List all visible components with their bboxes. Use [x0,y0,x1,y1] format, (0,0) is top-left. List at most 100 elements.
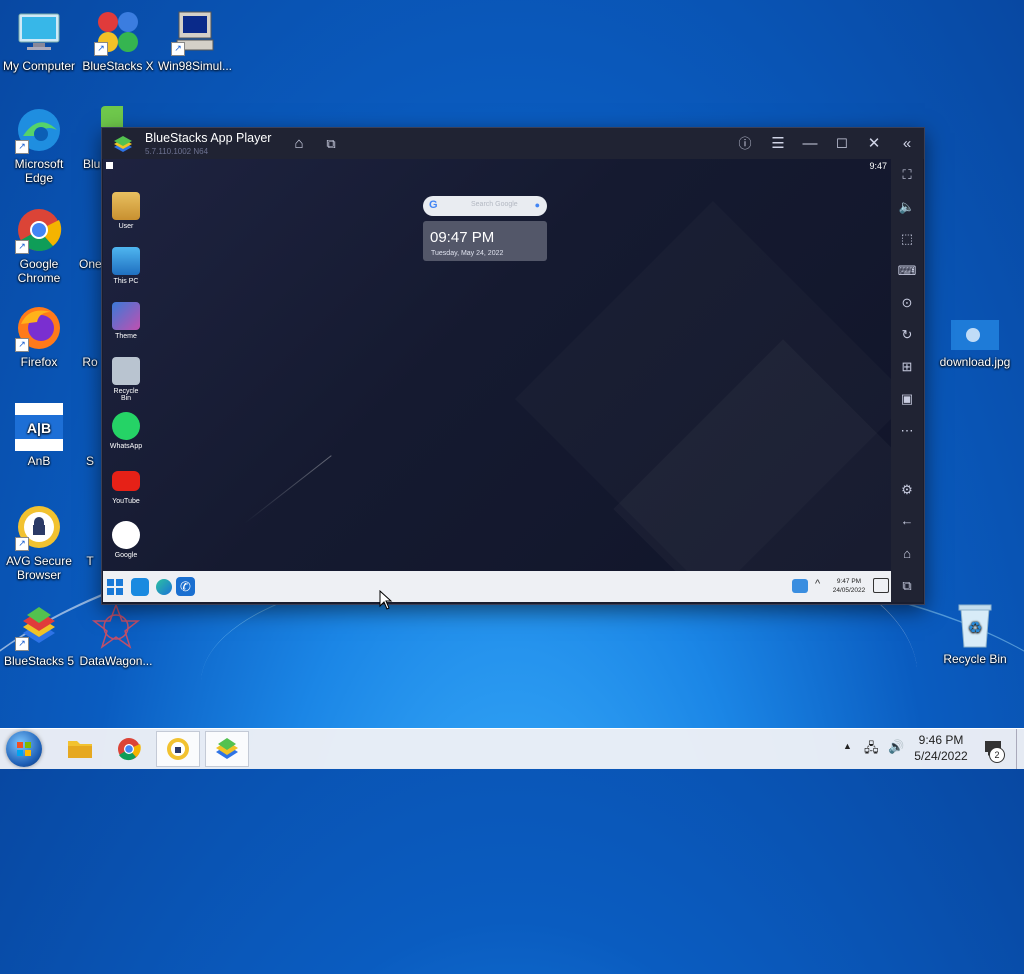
app-whatsapp[interactable]: WhatsApp [108,412,144,450]
chrome-icon: ↗ [15,206,63,254]
folder-icon [68,741,92,758]
bluestacks-store-icon[interactable] [131,578,149,596]
network-icon[interactable]: 🖧 [864,739,879,779]
apk-install-icon[interactable]: ▣ [897,389,917,409]
firefox-icon: ↗ [15,304,63,352]
macro-record-icon[interactable]: ⊙ [897,293,917,313]
version-label: 5.7.110.1002 N64 [145,147,209,156]
taskbar-chrome[interactable] [107,731,151,767]
desktop-icon-datawagon[interactable]: DataWagon... [77,602,155,668]
multi-instance-icon[interactable]: ⧉ [321,134,341,154]
bluestacks-title-bar[interactable]: BlueStacks App Player 5.7.110.1002 N64 ⌂… [102,128,924,159]
desktop-icon-win98simul[interactable]: ↗ Win98Simul... [156,8,234,73]
show-desktop-button[interactable] [1016,729,1024,769]
desktop-icon-s[interactable]: S [79,403,101,468]
clock-date: Tuesday, May 24, 2022 [431,250,504,257]
google-icon [112,521,140,549]
system-time: 9:46 PM [918,733,964,747]
game-controls-icon[interactable]: ⊞ [897,357,917,377]
shortcut-arrow-icon: ↗ [171,42,185,56]
edge-icon: ↗ [15,106,63,154]
desktop-icon-anb[interactable]: A|B AnB [0,403,78,468]
notification-center-icon[interactable] [873,578,889,593]
close-icon[interactable]: ✕ [864,134,884,154]
desktop-icon-bluestacks-5[interactable]: ↗ BlueStacks 5 [0,603,78,668]
people-icon[interactable] [792,579,808,593]
windows-start-icon[interactable] [107,579,123,595]
onedrive-icon [79,206,101,254]
app-icon [79,503,101,551]
rotate-icon[interactable]: ↻ [897,325,917,345]
settings-gear-icon[interactable]: ⚙ [897,480,917,500]
chevron-up-icon[interactable]: ^ [815,578,820,590]
keyboard-icon[interactable]: ⌨ [897,261,917,281]
app-youtube[interactable]: YouTube [108,467,144,505]
chrome-icon [118,738,141,761]
android-home-icon[interactable]: ⌂ [897,544,917,564]
windows-taskbar: ▲ 🖧 🔊 9:46 PM 5/24/2022 2 [0,728,1024,769]
anb-icon: A|B [15,403,63,451]
android-taskbar-date: 24/05/2022 [832,587,866,594]
avg-browser-icon [167,738,189,760]
desktop-icon-one[interactable]: One [79,206,101,271]
screen-cursor-icon[interactable]: ⬚ [897,229,917,249]
phone-icon[interactable]: ✆ [176,577,195,596]
shortcut-arrow-icon: ↗ [94,42,108,56]
desktop-icon-t[interactable]: T [79,503,101,568]
bluestacks-logo-icon [112,134,134,159]
volume-icon[interactable]: 🔊 [888,739,904,779]
fullscreen-icon[interactable]: ⛶ [897,165,917,185]
bluestacks-window: BlueStacks App Player 5.7.110.1002 N64 ⌂… [101,127,925,605]
recent-apps-icon[interactable]: ⧉ [897,576,917,596]
help-icon[interactable]: ⓘ [735,134,755,154]
desktop-icon-microsoft-edge[interactable]: ↗ Microsoft Edge [0,106,78,185]
mouse-cursor-icon [379,590,393,610]
app-google[interactable]: Google [108,521,144,559]
app-user[interactable]: User [108,192,144,230]
taskbar-file-explorer[interactable] [58,731,102,767]
shortcut-arrow-icon: ↗ [15,240,29,254]
desktop-icon-google-chrome[interactable]: ↗ Google Chrome [0,206,78,285]
window-title: BlueStacks App Player [145,131,272,145]
google-search-widget[interactable]: G Search Google ● [423,196,547,216]
svg-text:A|B: A|B [27,420,51,436]
system-date: 5/24/2022 [914,749,968,763]
android-taskbar-clock: 9:47 PM 24/05/2022 [829,577,869,595]
app-this-pc[interactable]: This PC [108,247,144,285]
youtube-icon [112,471,140,491]
start-orb-icon[interactable] [6,731,42,767]
back-arrow-icon[interactable]: ← [897,511,917,531]
minimize-icon[interactable]: — [800,134,820,154]
notification-icon [106,162,113,169]
notification-count-badge: 2 [989,747,1005,763]
desktop-icon-bluestacks-x[interactable]: ↗ BlueStacks X [79,8,157,73]
app-recycle-bin[interactable]: Recycle Bin [108,357,144,402]
android-screen[interactable]: 9:47 User This PC Theme Recycle Bin What… [103,159,891,571]
app-icon [79,304,101,352]
desktop-icon-firefox[interactable]: ↗ Firefox [0,304,78,369]
desktop-icon-recycle-bin[interactable]: ♻ Recycle Bin [936,601,1014,666]
desktop-icon-ro[interactable]: Ro [79,304,101,369]
image-file-icon [951,320,999,350]
maximize-icon[interactable]: ☐ [832,134,852,154]
app-theme[interactable]: Theme [108,302,144,340]
taskbar-avg-browser[interactable] [156,731,200,767]
mic-icon[interactable]: ● [535,200,540,210]
theme-icon [112,302,140,330]
edge-icon[interactable] [156,579,172,595]
collapse-sidebar-icon[interactable]: « [897,134,917,154]
more-options-icon[interactable]: ⋯ [897,421,917,441]
home-icon[interactable]: ⌂ [289,134,309,154]
menu-icon[interactable]: ☰ [768,134,788,154]
shortcut-arrow-icon: ↗ [15,637,29,651]
show-hidden-icons-icon[interactable]: ▲ [843,741,852,781]
volume-icon[interactable]: 🔈 [897,197,917,217]
clock-time: 09:47 PM [430,229,495,246]
desktop-icon-my-computer[interactable]: My Computer [0,8,78,73]
action-center-icon[interactable]: 2 [983,739,1005,763]
desktop-icon-avg-secure-browser[interactable]: ↗ AVG Secure Browser [0,503,78,582]
system-clock[interactable]: 9:46 PM 5/24/2022 [908,729,974,772]
clock-widget: 09:47 PM Tuesday, May 24, 2022 [423,221,547,261]
taskbar-bluestacks[interactable] [205,731,249,767]
desktop-icon-download-jpg[interactable]: download.jpg [936,320,1014,369]
